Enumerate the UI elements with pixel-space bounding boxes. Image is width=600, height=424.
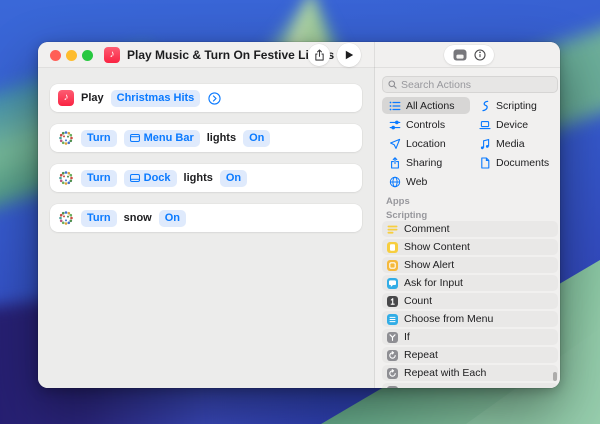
repeat-with-each-icon: [387, 367, 398, 379]
category-web[interactable]: Web: [382, 173, 470, 190]
category-documents[interactable]: Documents: [472, 154, 560, 171]
category-sharing[interactable]: Sharing: [382, 154, 470, 171]
count-icon: [387, 295, 398, 307]
run-shortcut-button[interactable]: [337, 43, 361, 67]
category-media[interactable]: Media: [472, 135, 560, 152]
scripting-section-header: Scripting: [386, 210, 428, 221]
search-input[interactable]: [401, 78, 552, 91]
desktop: ♪ Play Music & Turn On Festive Lights ♪ …: [0, 0, 600, 424]
device-icon: [478, 119, 491, 131]
noun-label: snow: [123, 211, 152, 224]
verb-token[interactable]: Turn: [81, 209, 117, 227]
ask-for-input-icon: [387, 277, 398, 289]
list-item-choose-from-menu[interactable]: Choose from Menu: [382, 311, 558, 327]
scripting-icon: [478, 100, 491, 112]
minimize-button[interactable]: [66, 49, 77, 61]
noun-label: lights: [206, 131, 237, 144]
state-token[interactable]: On: [219, 169, 248, 187]
action-verb: Play: [81, 91, 104, 104]
panel-divider: [374, 42, 375, 388]
clipped-action-icon: [387, 385, 398, 388]
category-grid: All Actions Scripting Controls Device Lo…: [382, 97, 560, 190]
category-all-actions[interactable]: All Actions: [382, 97, 470, 114]
repeat-icon: [387, 349, 398, 361]
festive-lights-icon: [58, 130, 74, 146]
media-note-icon: [478, 138, 491, 150]
festive-lights-icon: [58, 170, 74, 186]
play-icon: [344, 50, 354, 60]
globe-icon: [388, 176, 401, 188]
category-location[interactable]: Location: [382, 135, 470, 152]
category-scripting[interactable]: Scripting: [472, 97, 560, 114]
action-library-button[interactable]: [453, 49, 467, 61]
verb-token[interactable]: Turn: [81, 129, 117, 147]
panel-toggle-group: [444, 45, 494, 65]
list-item-show-content[interactable]: Show Content: [382, 239, 558, 255]
state-token[interactable]: On: [243, 129, 271, 147]
target-token[interactable]: Dock: [123, 169, 177, 187]
list-item-comment[interactable]: Comment: [382, 221, 558, 237]
sharing-icon: [388, 156, 401, 169]
show-content-icon: [387, 241, 398, 253]
show-alert-icon: [387, 259, 398, 271]
noun-label: lights: [183, 171, 213, 184]
list-item-count[interactable]: Count: [382, 293, 558, 309]
menu-bar-icon: [129, 134, 140, 142]
scripting-actions-list: Comment Show Content Show Alert Ask for …: [382, 221, 558, 388]
list-item-repeat[interactable]: Repeat: [382, 347, 558, 363]
comment-icon: [387, 224, 398, 235]
choose-from-menu-icon: [387, 313, 398, 325]
close-button[interactable]: [50, 49, 61, 61]
location-icon: [388, 138, 401, 150]
target-label: Dock: [143, 171, 171, 184]
dock-icon: [129, 174, 140, 182]
action-library-panel: All Actions Scripting Controls: [375, 68, 560, 388]
zoom-button[interactable]: [82, 49, 93, 61]
list-item-if[interactable]: If: [382, 329, 558, 345]
list-icon: [388, 100, 401, 112]
action-card-menu-bar-lights[interactable]: Turn Menu Bar lights On: [50, 124, 362, 152]
list-item-ask-for-input[interactable]: Ask for Input: [382, 275, 558, 291]
apps-section-header: Apps: [386, 196, 410, 207]
playlist-token[interactable]: Christmas Hits: [110, 89, 201, 107]
controls-icon: [388, 119, 401, 131]
shortcuts-window: ♪ Play Music & Turn On Festive Lights ♪ …: [38, 42, 560, 388]
action-card-play-music[interactable]: ♪ Play Christmas Hits: [50, 84, 362, 112]
document-icon: [478, 156, 491, 169]
window-title: Play Music & Turn On Festive Lights: [127, 48, 335, 62]
scrollbar-thumb[interactable]: [553, 372, 557, 381]
apple-music-icon: ♪: [104, 47, 120, 63]
search-icon: [388, 80, 397, 89]
category-device[interactable]: Device: [472, 116, 560, 133]
target-token[interactable]: Menu Bar: [123, 129, 200, 147]
festive-lights-icon: [58, 210, 74, 226]
list-item-repeat-with-each[interactable]: Repeat with Each: [382, 365, 558, 381]
share-icon: [313, 49, 326, 62]
category-controls[interactable]: Controls: [382, 116, 470, 133]
apple-music-icon: ♪: [58, 90, 74, 106]
titlebar: ♪ Play Music & Turn On Festive Lights: [38, 42, 560, 68]
chevron-right-circle-icon[interactable]: [208, 91, 221, 105]
state-token[interactable]: On: [158, 209, 187, 227]
if-icon: [387, 331, 398, 343]
action-card-snow[interactable]: Turn snow On: [50, 204, 362, 232]
list-item-partial[interactable]: [382, 383, 558, 388]
share-button[interactable]: [308, 44, 330, 66]
shortcut-canvas: ♪ Play Christmas Hits Turn Menu Bar ligh…: [38, 68, 374, 388]
info-button[interactable]: [473, 49, 486, 61]
list-item-show-alert[interactable]: Show Alert: [382, 257, 558, 273]
search-field[interactable]: [382, 76, 558, 93]
action-card-dock-lights[interactable]: Turn Dock lights On: [50, 164, 362, 192]
verb-token[interactable]: Turn: [81, 169, 117, 187]
target-label: Menu Bar: [143, 131, 194, 144]
